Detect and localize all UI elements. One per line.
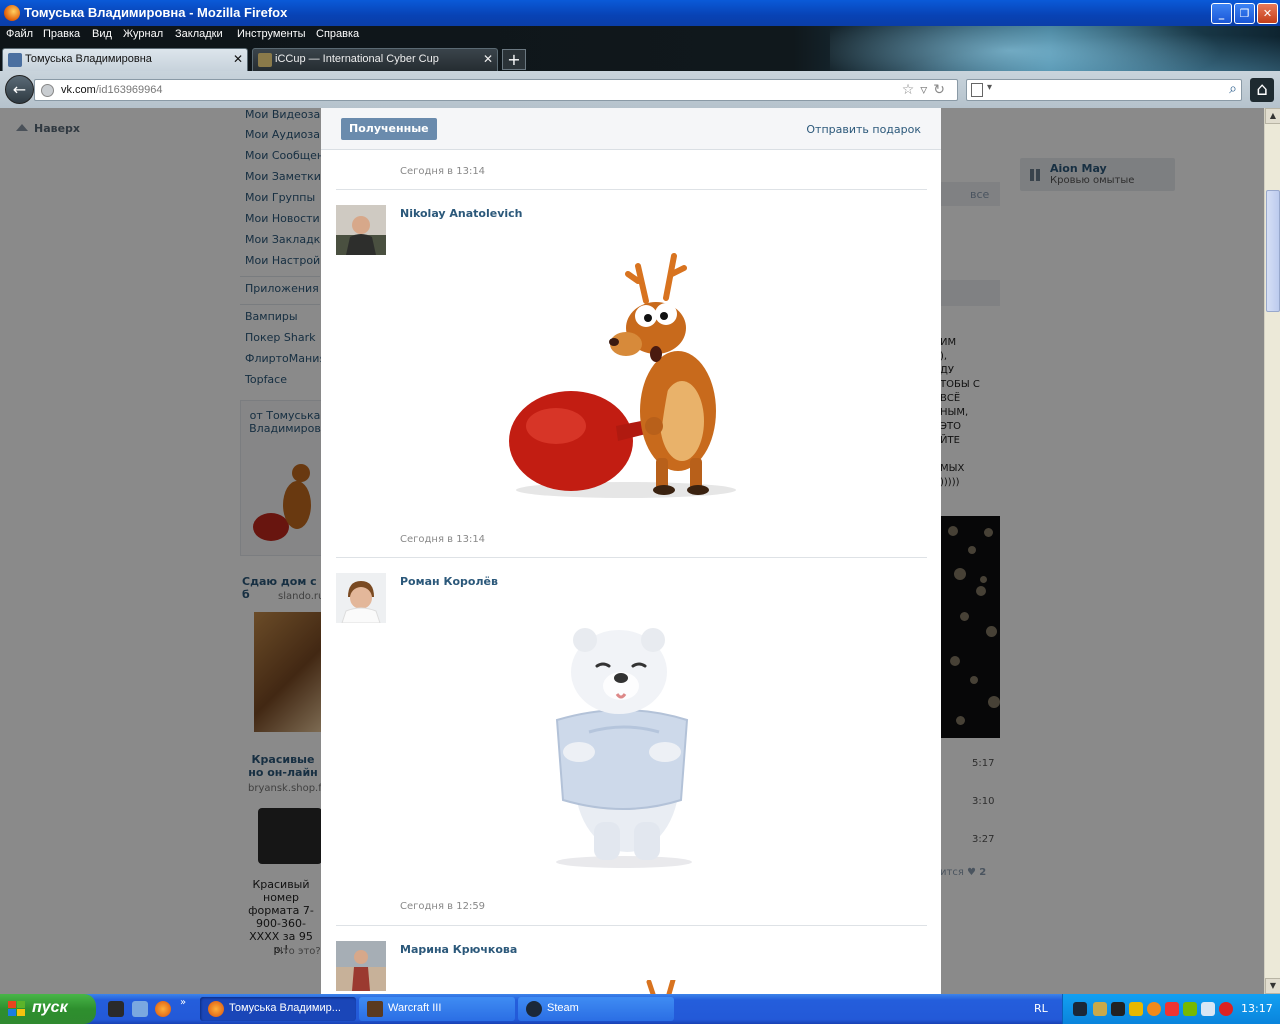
tray-app-icon[interactable] [1093, 1002, 1107, 1016]
quicklaunch-more-icon[interactable]: » [180, 997, 186, 1008]
system-tray: 13:17 [1062, 994, 1280, 1024]
page-scrollbar[interactable]: ▲ ▼ [1264, 108, 1280, 994]
site-identity-icon[interactable] [41, 84, 54, 97]
search-engine-icon[interactable] [971, 83, 983, 97]
tray-app-icon[interactable] [1165, 1002, 1179, 1016]
firefox-icon [208, 1001, 224, 1017]
close-window-button[interactable]: ✕ [1257, 3, 1278, 24]
task-firefox[interactable]: Томуська Владимир... [200, 997, 356, 1021]
gift-image-reindeer [509, 253, 736, 498]
steam-icon [526, 1001, 542, 1017]
language-indicator[interactable]: RL [1034, 1002, 1048, 1015]
start-button[interactable]: пуск [0, 994, 96, 1024]
quicklaunch-firefox-icon[interactable] [155, 1001, 171, 1017]
search-bar[interactable]: ▾ ⌕ [966, 79, 1242, 101]
navigation-bar: ← vk.com/id163969964 ☆▿↻ ▾ ⌕ ⌂ [0, 71, 1280, 108]
gift-time: Сегодня в 13:14 [400, 534, 486, 545]
warcraft-icon [367, 1001, 383, 1017]
maximize-button[interactable]: ❐ [1234, 3, 1255, 24]
task-warcraft[interactable]: Warcraft III [359, 997, 515, 1021]
address-bar[interactable]: vk.com/id163969964 ☆▿↻ [34, 79, 958, 101]
tab-label: Томуська Владимировна [25, 53, 152, 65]
vk-favicon [8, 53, 22, 67]
tray-steam-icon[interactable] [1073, 1002, 1087, 1016]
modal-header: Полученные Отправить подарок [321, 108, 941, 150]
menu-view[interactable]: Вид [92, 28, 112, 40]
sender-name[interactable]: Роман Королёв [400, 575, 498, 588]
windows-flag-icon [8, 1001, 25, 1017]
window-title: Томуська Владимировна - Mozilla Firefox [24, 5, 288, 20]
gift-image-reindeer-antlers [646, 980, 676, 994]
divider [336, 925, 927, 926]
menu-help[interactable]: Справка [316, 28, 359, 40]
tray-nvidia-icon[interactable] [1183, 1002, 1197, 1016]
menu-bookmarks[interactable]: Закладки [175, 28, 223, 40]
divider [336, 189, 927, 190]
gifts-modal: Полученные Отправить подарок Сегодня в 1… [321, 108, 941, 994]
address-url: vk.com/id163969964 [61, 84, 163, 96]
quicklaunch-desktop-icon[interactable] [132, 1001, 148, 1017]
clock[interactable]: 13:17 [1241, 1002, 1273, 1015]
avatar[interactable] [336, 205, 386, 255]
tab-close-icon[interactable]: ✕ [233, 52, 243, 66]
task-label: Warcraft III [388, 1002, 442, 1014]
scroll-thumb[interactable] [1266, 190, 1280, 312]
avatar[interactable] [336, 573, 386, 623]
menu-file[interactable]: Файл [6, 28, 33, 40]
gift-time: Сегодня в 13:14 [400, 166, 486, 177]
tab-vk[interactable]: Томуська Владимировна ✕ [2, 48, 248, 71]
vk-page: Наверх Мои Видеозаписи Мои Аудиозаписи М… [0, 108, 1264, 994]
tray-app-icon[interactable] [1147, 1002, 1161, 1016]
back-arrow-icon[interactable]: ← [5, 75, 34, 104]
gift-image-polar-bear [555, 628, 692, 868]
tray-volume-icon[interactable] [1201, 1002, 1215, 1016]
send-gift-link[interactable]: Отправить подарок [806, 123, 921, 136]
windows-taskbar: пуск » Томуська Владимир... Warcraft III… [0, 994, 1280, 1024]
tab-iccup[interactable]: iCCup — International Cyber Cup ✕ [252, 48, 498, 71]
start-label: пуск [32, 999, 68, 1016]
scroll-up-icon[interactable]: ▲ [1265, 108, 1280, 124]
menu-edit[interactable]: Правка [43, 28, 80, 40]
iccup-favicon [258, 53, 272, 67]
sender-name[interactable]: Марина Крючкова [400, 943, 517, 956]
gift-time: Сегодня в 12:59 [400, 901, 486, 912]
task-label: Томуська Владимир... [229, 1002, 341, 1014]
avatar[interactable] [336, 941, 386, 991]
divider [336, 557, 927, 558]
search-icon[interactable]: ⌕ [1229, 81, 1237, 97]
quicklaunch-app-icon[interactable] [108, 1001, 124, 1017]
firefox-icon [4, 5, 20, 21]
new-tab-button[interactable]: + [502, 49, 526, 70]
minimize-button[interactable]: _ [1211, 3, 1232, 24]
task-steam[interactable]: Steam [518, 997, 674, 1021]
chevron-down-icon[interactable]: ▾ [987, 82, 992, 93]
sender-name[interactable]: Nikolay Anatolevich [400, 207, 523, 220]
tray-app-icon[interactable] [1111, 1002, 1125, 1016]
tab-received-gifts[interactable]: Полученные [341, 118, 437, 140]
tab-close-icon[interactable]: ✕ [483, 52, 493, 66]
tab-label: iCCup — International Cyber Cup [275, 53, 439, 65]
tray-antivirus-icon[interactable] [1219, 1002, 1233, 1016]
home-icon[interactable]: ⌂ [1250, 78, 1274, 102]
window-titlebar: Томуська Владимировна - Mozilla Firefox … [0, 0, 1280, 26]
menu-tools[interactable]: Инструменты [237, 28, 306, 40]
bookmark-star-and-reload-icons[interactable]: ☆▿↻ [902, 82, 951, 98]
tray-app-icon[interactable] [1129, 1002, 1143, 1016]
scroll-down-icon[interactable]: ▼ [1265, 978, 1280, 994]
menu-history[interactable]: Журнал [123, 28, 163, 40]
task-label: Steam [547, 1002, 579, 1014]
